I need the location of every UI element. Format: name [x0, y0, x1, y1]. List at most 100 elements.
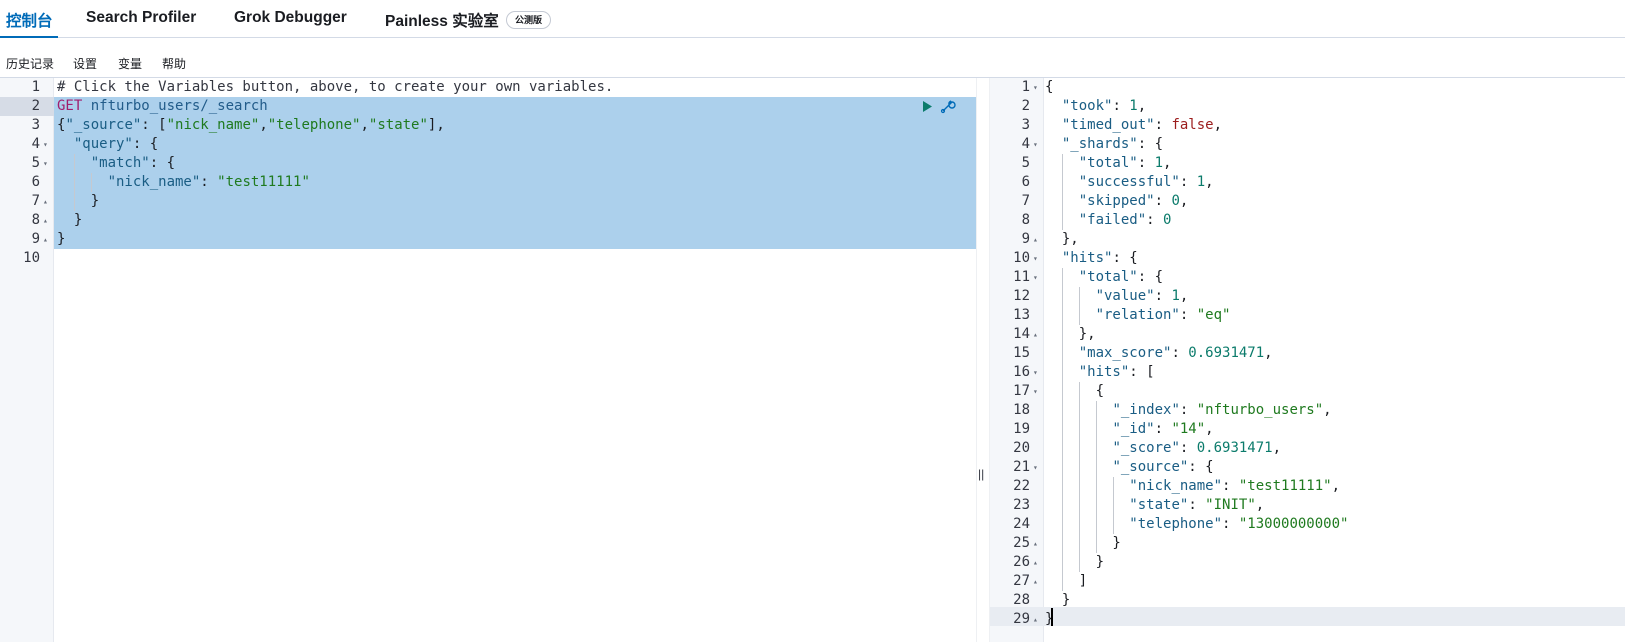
play-icon[interactable] — [922, 100, 933, 118]
menu-settings[interactable]: 设置 — [73, 55, 97, 72]
code-line: "timed_out": false, — [1061, 117, 1223, 133]
line-number: 7 — [1021, 193, 1030, 209]
code-line: "successful": 1, — [1078, 174, 1214, 190]
shards-skipped-value: 0 — [1171, 193, 1180, 209]
line-number: 2 — [1021, 98, 1030, 114]
fold-toggle-icon[interactable]: ▾ — [1033, 135, 1038, 154]
fold-toggle-icon[interactable]: ▾ — [1033, 363, 1038, 382]
code-line: "failed": 0 — [1078, 212, 1172, 228]
indent-guide — [91, 173, 92, 192]
menu-help[interactable]: 帮助 — [162, 55, 186, 72]
indent-guide — [74, 154, 75, 211]
line-number: 4 — [31, 136, 40, 152]
line-number: 3 — [1021, 117, 1030, 133]
fold-toggle-icon[interactable]: ▾ — [1033, 382, 1038, 401]
hit-id-value: "14" — [1171, 421, 1206, 437]
line-number: 6 — [1021, 174, 1030, 190]
hits-total-relation: "eq" — [1196, 307, 1231, 323]
line-number: 4 — [1021, 136, 1030, 152]
line-number: 1 — [1021, 79, 1030, 95]
text-cursor — [1051, 608, 1053, 626]
line-number: 13 — [1013, 307, 1030, 323]
code-line: "_shards": { — [1061, 136, 1164, 152]
line-number: 8 — [31, 212, 40, 228]
fold-toggle-icon[interactable]: ▴ — [1033, 534, 1038, 553]
line-number: 28 — [1013, 592, 1030, 608]
code-line: "state": "INIT", — [1129, 497, 1265, 513]
tab-search-profiler[interactable]: Search Profiler — [86, 9, 196, 27]
line-number: 9 — [1021, 231, 1030, 247]
line-number: 14 — [1013, 326, 1030, 342]
source-nick-name-value: "test11111" — [1238, 478, 1332, 494]
fold-toggle-icon[interactable]: ▾ — [43, 154, 48, 173]
fold-toggle-icon[interactable]: ▴ — [1033, 230, 1038, 249]
line-number: 10 — [1013, 250, 1030, 266]
fold-toggle-icon[interactable]: ▾ — [1033, 268, 1038, 287]
code-line: "max_score": 0.6931471, — [1078, 345, 1273, 361]
code-line: "hits": { — [1061, 250, 1138, 266]
panel-resizer[interactable] — [976, 78, 990, 642]
line-number: 19 — [1013, 421, 1030, 437]
line-number: 11 — [1013, 269, 1030, 285]
top-tab-bar: 控制台 Search Profiler Grok Debugger Painle… — [0, 0, 1625, 38]
fold-toggle-icon[interactable]: ▾ — [1033, 458, 1038, 477]
code-line: "total": 1, — [1078, 155, 1172, 171]
indent-guide — [1062, 268, 1063, 591]
request-method: GET — [57, 98, 83, 114]
line-number: 25 — [1013, 535, 1030, 551]
source-telephone-value: "13000000000" — [1238, 516, 1349, 532]
line-number: 17 — [1013, 383, 1030, 399]
line-number: 24 — [1013, 516, 1030, 532]
fold-toggle-icon[interactable]: ▴ — [1033, 325, 1038, 344]
code-line: } — [1045, 592, 1071, 608]
line-number: 7 — [31, 193, 40, 209]
code-line: } — [57, 212, 83, 228]
code-line: "skipped": 0, — [1078, 193, 1189, 209]
tab-console[interactable]: 控制台 — [6, 9, 53, 31]
menu-variables[interactable]: 变量 — [118, 55, 142, 72]
code-line: "nick_name": "test11111", — [1129, 478, 1341, 494]
code-line: "_index": "nfturbo_users", — [1112, 402, 1332, 418]
code-line: { — [1045, 383, 1105, 399]
fold-toggle-icon[interactable]: ▴ — [1033, 610, 1038, 629]
menu-history[interactable]: 历史记录 — [6, 55, 54, 72]
shards-total-value: 1 — [1154, 155, 1164, 171]
indent-guide — [1096, 401, 1097, 553]
code-line: "took": 1, — [1061, 98, 1147, 114]
fold-toggle-icon[interactable]: ▴ — [43, 192, 48, 211]
tab-grok-debugger[interactable]: Grok Debugger — [234, 9, 347, 27]
request-line: GET nfturbo_users/_search — [57, 97, 268, 116]
fold-toggle-icon[interactable]: ▾ — [1033, 78, 1038, 97]
line-number: 6 — [31, 174, 40, 190]
tab-painless-lab[interactable]: Painless 实验室 — [385, 9, 499, 31]
response-active-line — [990, 607, 1625, 626]
fold-toggle-icon[interactable]: ▴ — [43, 230, 48, 249]
code-line: "_score": 0.6931471, — [1112, 440, 1282, 456]
line-number: 16 — [1013, 364, 1030, 380]
line-number: 18 — [1013, 402, 1030, 418]
code-line: "query": { — [73, 136, 159, 152]
code-line: "_source": { — [1112, 459, 1214, 475]
code-line: }, — [1045, 231, 1079, 247]
fold-toggle-icon[interactable]: ▴ — [43, 211, 48, 230]
code-line: } — [57, 231, 66, 247]
line-number: 27 — [1013, 573, 1030, 589]
resize-handle-icon[interactable]: || — [978, 467, 984, 481]
fold-toggle-icon[interactable]: ▴ — [1033, 572, 1038, 591]
active-tab-underline — [0, 36, 58, 38]
line-number: 21 — [1013, 459, 1030, 475]
wrench-icon[interactable] — [939, 97, 957, 120]
indent-guide — [1113, 477, 1114, 534]
beta-badge: 公测版 — [506, 11, 552, 29]
fold-toggle-icon[interactable]: ▴ — [1033, 553, 1038, 572]
code-line: } — [57, 193, 100, 209]
indent-guide — [1079, 287, 1080, 325]
line-number: 23 — [1013, 497, 1030, 513]
line-number: 2 — [31, 98, 40, 114]
fold-toggle-icon[interactable]: ▾ — [43, 135, 48, 154]
hit-index-value: "nfturbo_users" — [1196, 402, 1324, 418]
code-line: ] — [1045, 573, 1088, 589]
hits-total-value: 1 — [1171, 288, 1180, 304]
code-line: } — [1045, 554, 1105, 570]
fold-toggle-icon[interactable]: ▾ — [1033, 249, 1038, 268]
